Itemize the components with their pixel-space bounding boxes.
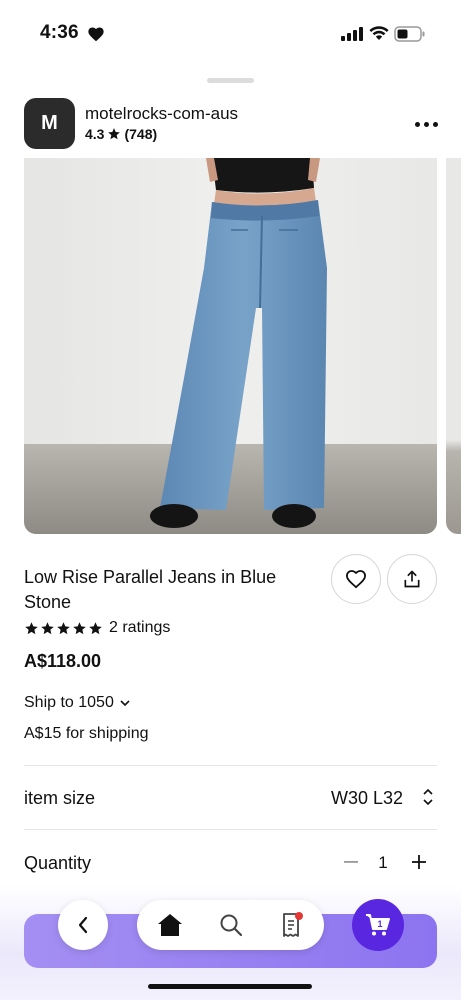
minus-icon xyxy=(344,861,358,863)
shop-header: M motelrocks-com-aus 4.3 (748) xyxy=(24,98,440,150)
nav-home[interactable] xyxy=(156,911,184,939)
shop-rating: 4.3 (748) xyxy=(85,126,157,142)
status-time: 4:36 xyxy=(40,22,79,43)
product-image[interactable] xyxy=(24,158,437,534)
star-icon xyxy=(73,621,86,634)
product-price: A$118.00 xyxy=(24,651,102,671)
jeans-photo xyxy=(24,158,437,534)
ratings-count: 2 ratings xyxy=(109,619,171,636)
chevron-left-icon xyxy=(78,916,88,934)
quantity-stepper: Quantity 1 xyxy=(24,840,437,886)
size-label: item size xyxy=(24,787,96,808)
home-indicator xyxy=(148,984,312,989)
star-icon xyxy=(57,621,70,634)
home-icon xyxy=(158,914,182,936)
shop-review-count: (748) xyxy=(124,126,158,142)
favorite-button[interactable] xyxy=(331,554,381,604)
chevron-up-down-icon xyxy=(423,788,433,806)
chevron-down-icon xyxy=(120,700,130,707)
divider xyxy=(24,829,437,830)
sheet-handle[interactable] xyxy=(207,78,254,83)
product-title: Low Rise Parallel Jeans in Blue Stone xyxy=(24,567,277,612)
battery-icon xyxy=(394,26,425,42)
wifi-icon xyxy=(369,26,389,40)
quantity-decrease-button[interactable] xyxy=(340,851,362,873)
rating-stars xyxy=(24,621,103,636)
product-rating[interactable]: 2 ratings xyxy=(24,619,170,637)
shop-avatar[interactable]: M xyxy=(24,98,75,149)
star-icon xyxy=(25,621,38,634)
ship-to-selector[interactable]: Ship to 1050 xyxy=(24,694,130,712)
shop-name[interactable]: motelrocks-com-aus xyxy=(85,104,238,124)
shop-rating-value: 4.3 xyxy=(85,126,105,142)
search-icon xyxy=(220,914,243,937)
star-icon xyxy=(108,128,121,140)
plus-icon xyxy=(412,855,426,869)
cart-button[interactable]: 1 xyxy=(352,899,404,951)
heart-outline-icon xyxy=(345,570,367,589)
more-horizontal-icon[interactable] xyxy=(412,112,440,136)
size-value: W30 L32 xyxy=(330,787,403,808)
star-icon xyxy=(89,621,102,634)
star-icon xyxy=(41,621,54,634)
nav-orders[interactable] xyxy=(278,911,306,939)
ship-to-label: Ship to 1050 xyxy=(24,694,114,711)
quantity-increase-button[interactable] xyxy=(408,851,430,873)
cart-icon: 1 xyxy=(366,914,390,936)
back-button[interactable] xyxy=(58,900,108,950)
notification-dot xyxy=(295,912,303,920)
bottom-nav xyxy=(137,900,324,950)
share-icon xyxy=(404,570,420,588)
heart-icon xyxy=(88,27,104,42)
quantity-value: 1 xyxy=(378,853,388,872)
quantity-label: Quantity xyxy=(24,852,92,873)
next-product-image[interactable] xyxy=(446,158,461,534)
status-bar: 4:36 xyxy=(0,0,461,62)
receipt-icon xyxy=(283,912,303,937)
cart-count: 1 xyxy=(377,919,382,929)
size-selector[interactable]: item size W30 L32 xyxy=(24,775,437,821)
divider xyxy=(24,765,437,766)
shipping-cost: A$15 for shipping xyxy=(24,725,149,742)
nav-search[interactable] xyxy=(217,911,245,939)
signal-icon xyxy=(341,27,363,41)
share-button[interactable] xyxy=(387,554,437,604)
